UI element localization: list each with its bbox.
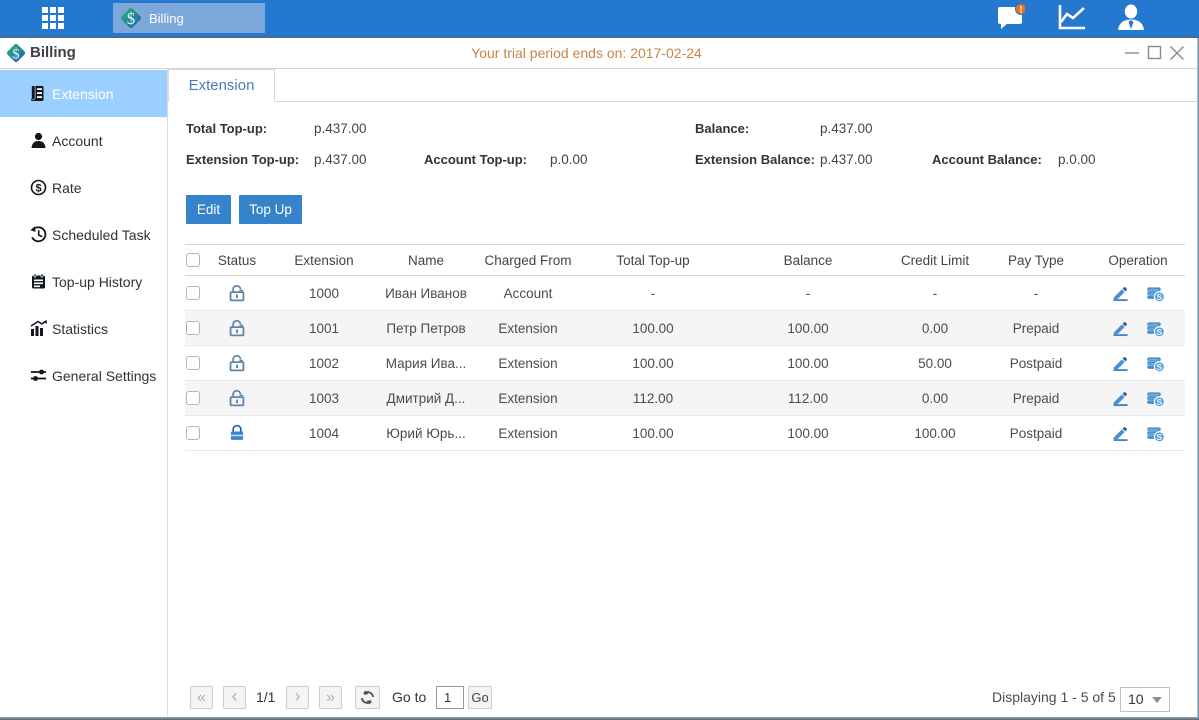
svg-text:$: $ <box>127 9 136 28</box>
svg-text:S: S <box>1157 292 1163 302</box>
svg-text:!: ! <box>1020 4 1023 14</box>
svg-text:$: $ <box>35 183 41 195</box>
svg-text:S: S <box>1157 362 1163 372</box>
svg-text:S: S <box>1157 327 1163 337</box>
svg-text:S: S <box>1157 397 1163 407</box>
svg-text:S: S <box>1157 432 1163 442</box>
